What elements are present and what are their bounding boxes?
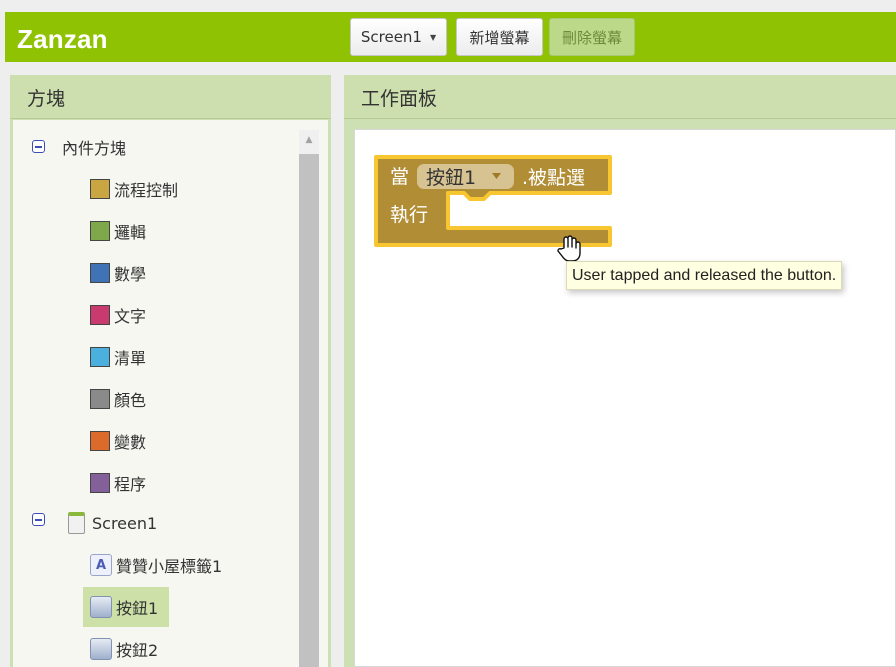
tree-item-label: 清單 xyxy=(114,349,147,368)
tree-item-screen1-label: Screen1 xyxy=(92,513,158,533)
text-swatch-icon xyxy=(90,305,110,325)
procedures-swatch-icon xyxy=(90,473,110,493)
collapse-builtin-icon[interactable] xyxy=(32,140,45,153)
block-event-text: .被點選 xyxy=(522,167,585,189)
block-when-text: 當 xyxy=(390,166,409,188)
tree-item-colors[interactable]: 顏色 xyxy=(90,384,146,414)
add-screen-button[interactable]: 新增螢幕 xyxy=(456,18,543,56)
hand-cursor-icon xyxy=(557,235,581,262)
block-component-text: 按鈕1 xyxy=(426,167,476,189)
blocks-tree: 內件方塊 流程控制 邏輯 數學 文字 清單 顏色 變數 程序 Screen1 A… xyxy=(13,120,295,667)
screen-select-label: Screen1 xyxy=(360,28,422,46)
scrollbar-thumb[interactable] xyxy=(299,154,319,667)
tree-item-screen1[interactable]: Screen1 xyxy=(68,508,157,538)
button-click-event-block[interactable]: 當 按鈕1 .被點選 執行 xyxy=(370,155,620,259)
top-bar: Zanzan Screen1 ▼ 新增螢幕 刪除螢幕 xyxy=(5,12,896,62)
scroll-up-arrow-icon[interactable]: ▲ xyxy=(299,130,319,150)
lists-swatch-icon xyxy=(90,347,110,367)
tree-item-logic[interactable]: 邏輯 xyxy=(90,216,146,246)
tree-item-variables[interactable]: 變數 xyxy=(90,426,146,456)
variables-swatch-icon xyxy=(90,431,110,451)
event-tooltip: User tapped and released the button. xyxy=(566,261,843,290)
math-swatch-icon xyxy=(90,263,110,283)
tree-item-button2[interactable]: 按鈕2 xyxy=(90,634,158,664)
blocks-panel-title: 方塊 xyxy=(10,75,331,119)
tree-item-label: 按鈕1 xyxy=(116,599,159,618)
tree-item-label: 贊贊小屋標籤1 xyxy=(116,557,223,576)
block-do-text: 執行 xyxy=(390,204,428,226)
remove-screen-button[interactable]: 刪除螢幕 xyxy=(549,18,635,56)
blocks-tree-container: 內件方塊 流程控制 邏輯 數學 文字 清單 顏色 變數 程序 Screen1 A… xyxy=(13,120,328,667)
tree-item-label: 程序 xyxy=(114,475,147,494)
tree-scrollbar[interactable]: ▲ xyxy=(299,130,319,667)
screen-icon xyxy=(68,512,85,534)
button-icon xyxy=(90,596,112,618)
tree-item-builtin-label: 內件方塊 xyxy=(62,139,127,158)
tree-item-builtin[interactable]: 內件方塊 xyxy=(62,132,126,162)
tree-item-control[interactable]: 流程控制 xyxy=(90,174,178,204)
label-icon: A xyxy=(90,554,112,576)
logic-swatch-icon xyxy=(90,221,110,241)
event-block-shape: 當 按鈕1 .被點選 執行 xyxy=(374,155,612,247)
tree-item-label: 流程控制 xyxy=(114,181,179,200)
tree-item-label: 變數 xyxy=(114,433,147,452)
tree-item-label: 按鈕2 xyxy=(116,641,159,660)
workspace-panel-title: 工作面板 xyxy=(344,75,896,119)
tree-item-label: 數學 xyxy=(114,265,147,284)
app-title: Zanzan xyxy=(17,24,108,54)
tree-item-label1[interactable]: A 贊贊小屋標籤1 xyxy=(90,550,222,580)
tree-item-math[interactable]: 數學 xyxy=(90,258,146,288)
tree-item-label: 邏輯 xyxy=(114,223,147,242)
tree-item-label: 文字 xyxy=(114,307,147,326)
caret-down-icon: ▼ xyxy=(429,32,437,42)
screen-select-dropdown[interactable]: Screen1 ▼ xyxy=(350,18,447,56)
button-icon xyxy=(90,638,112,660)
collapse-screen-icon[interactable] xyxy=(32,513,45,526)
tree-item-button1[interactable]: 按鈕1 xyxy=(90,592,158,622)
tree-item-text[interactable]: 文字 xyxy=(90,300,146,330)
tree-item-label: 顏色 xyxy=(114,391,147,410)
blocks-panel: 方塊 內件方塊 流程控制 邏輯 數學 文字 清單 顏色 變數 程序 Screen… xyxy=(10,75,331,667)
control-swatch-icon xyxy=(90,179,110,199)
tree-item-procedures[interactable]: 程序 xyxy=(90,468,146,498)
tree-item-lists[interactable]: 清單 xyxy=(90,342,146,372)
colors-swatch-icon xyxy=(90,389,110,409)
